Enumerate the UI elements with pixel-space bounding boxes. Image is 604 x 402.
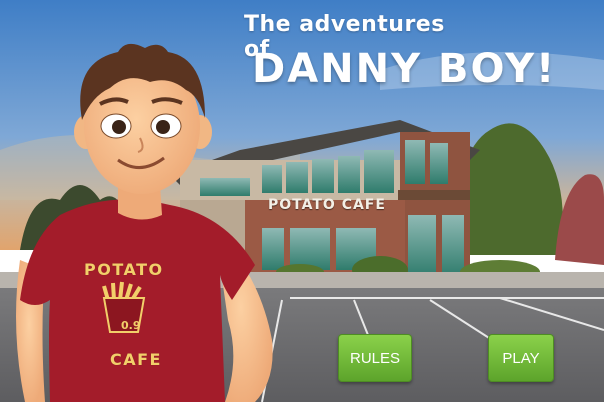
- shirt-text-top: POTATO: [84, 260, 164, 279]
- awning: [398, 190, 470, 200]
- game-title: DANNY BOY!: [252, 46, 557, 92]
- shirt-price: 0.9: [121, 319, 141, 332]
- rules-button[interactable]: RULES: [338, 334, 412, 382]
- shirt-text-bottom: CAFE: [110, 350, 162, 369]
- game-start-screen: The adventures of DANNY BOY! POTATO CAFE…: [0, 0, 604, 402]
- building-sign: POTATO CAFE: [268, 197, 386, 213]
- play-button[interactable]: PLAY: [488, 334, 554, 382]
